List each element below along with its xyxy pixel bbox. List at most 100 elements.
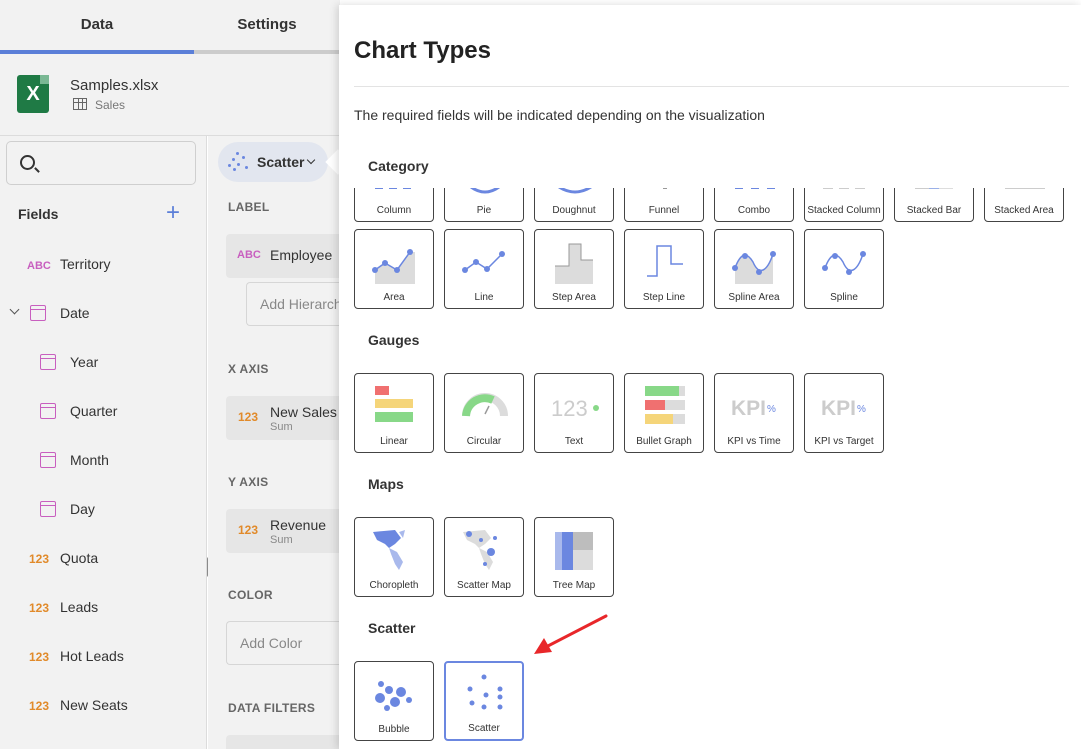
- category-row-clipped: Column Pie Doughnut Funnel Combo Stacked…: [339, 188, 1081, 228]
- calendar-icon: [40, 403, 56, 419]
- chart-type-stacked-bar[interactable]: Stacked Bar: [894, 188, 974, 222]
- x-axis-section-title: X AXIS: [228, 362, 269, 376]
- field-item[interactable]: 123 Quota: [0, 545, 207, 575]
- chart-type-pie[interactable]: Pie: [444, 188, 524, 222]
- chart-type-label: Linear: [380, 436, 408, 447]
- chart-type-funnel[interactable]: Funnel: [624, 188, 704, 222]
- number-type-icon: 123: [29, 699, 50, 713]
- gauges-group-title: Gauges: [368, 332, 420, 348]
- chevron-down-icon: [306, 155, 316, 165]
- svg-text:%: %: [857, 404, 866, 415]
- chart-type-doughnut[interactable]: Doughnut: [534, 188, 614, 222]
- popover-title: Chart Types: [354, 37, 491, 64]
- chart-type-scatter[interactable]: Scatter: [444, 661, 524, 741]
- excel-icon: X: [17, 75, 49, 113]
- chart-type-linear[interactable]: Linear: [354, 373, 434, 453]
- chart-type-kpi-vs-target[interactable]: KPI % KPI vs Target: [804, 373, 884, 453]
- chart-type-bullet-graph[interactable]: Bullet Graph: [624, 373, 704, 453]
- number-type-icon: 123: [29, 650, 50, 664]
- chart-type-label: Circular: [466, 436, 502, 447]
- y-axis-field-name: Revenue: [270, 517, 327, 533]
- chart-type-combo[interactable]: Combo: [714, 188, 794, 222]
- x-axis-field-slot[interactable]: 123 New Sales Sum: [226, 396, 340, 440]
- y-axis-section-title: Y AXIS: [228, 475, 269, 489]
- scatter-group-title: Scatter: [368, 620, 416, 636]
- field-item[interactable]: 123 New Seats: [0, 692, 207, 722]
- chart-type-scatter-map[interactable]: Scatter Map: [444, 517, 524, 597]
- field-item[interactable]: Year: [0, 349, 207, 379]
- chart-type-kpi-vs-time[interactable]: KPI % KPI vs Time: [714, 373, 794, 453]
- chart-type-spline-area[interactable]: Spline Area: [714, 229, 794, 309]
- chart-type-step-line[interactable]: Step Line: [624, 229, 704, 309]
- color-section-title: COLOR: [228, 588, 273, 602]
- chart-type-stacked-column[interactable]: Stacked Column: [804, 188, 884, 222]
- chart-type-choropleth[interactable]: Choropleth: [354, 517, 434, 597]
- x-axis-aggregation: Sum: [270, 421, 293, 433]
- chevron-down-icon[interactable]: [9, 304, 20, 315]
- chart-type-label: Doughnut: [552, 205, 596, 216]
- data-source[interactable]: X Samples.xlsx Sales: [0, 54, 340, 136]
- chart-type-stacked-area[interactable]: Stacked Area: [984, 188, 1064, 222]
- chart-type-label: Choropleth: [369, 580, 419, 591]
- field-item[interactable]: 123 Leads: [0, 594, 207, 624]
- field-item[interactable]: Day: [0, 496, 207, 526]
- label-section-title: LABEL: [228, 200, 270, 214]
- chart-type-tree-map[interactable]: Tree Map: [534, 517, 614, 597]
- source-sheet-name: Sales: [95, 98, 126, 112]
- add-hierarchy-dropzone[interactable]: Add Hierarchy: [246, 282, 340, 326]
- field-label: Year: [70, 354, 99, 370]
- category-group-title: Category: [368, 158, 429, 174]
- field-item[interactable]: Quarter: [0, 398, 207, 428]
- text-type-icon: ABC: [27, 260, 51, 272]
- field-item[interactable]: Date: [0, 300, 207, 330]
- visualization-config-clip: Scatter LABEL ABC Employee Add Hierarchy…: [208, 136, 340, 749]
- svg-text:KPI: KPI: [821, 397, 856, 420]
- editor-tabs: Data Settings: [0, 0, 340, 54]
- calendar-icon: [40, 452, 56, 468]
- field-label: Hot Leads: [60, 648, 124, 664]
- chart-type-label: KPI vs Time: [727, 436, 781, 447]
- y-axis-field-slot[interactable]: 123 Revenue Sum: [226, 509, 340, 553]
- chart-type-label: Funnel: [648, 205, 680, 216]
- calendar-icon: [40, 354, 56, 370]
- field-label: Territory: [60, 256, 111, 272]
- chart-type-label: Scatter Map: [457, 580, 511, 591]
- field-label: Quota: [60, 550, 99, 566]
- tab-data[interactable]: Data: [0, 0, 194, 54]
- data-filters-dropzone[interactable]: [226, 735, 340, 749]
- chart-type-area[interactable]: Area: [354, 229, 434, 309]
- chart-type-label: Scatter: [468, 723, 500, 734]
- add-field-button[interactable]: +: [163, 201, 183, 225]
- maps-group-title: Maps: [368, 476, 404, 492]
- add-color-dropzone[interactable]: Add Color: [226, 621, 340, 665]
- chart-type-bubble[interactable]: Bubble: [354, 661, 434, 741]
- field-label: Quarter: [70, 403, 118, 419]
- chart-type-label: Stacked Column: [807, 205, 881, 216]
- field-label: Date: [60, 305, 90, 321]
- chart-types-popover: Chart Types The required fields will be …: [339, 5, 1081, 749]
- field-label: New Seats: [60, 697, 128, 713]
- chart-type-line[interactable]: Line: [444, 229, 524, 309]
- chart-type-circular[interactable]: Circular: [444, 373, 524, 453]
- chart-type-step-area[interactable]: Step Area: [534, 229, 614, 309]
- field-item[interactable]: 123 Hot Leads: [0, 643, 207, 673]
- chart-type-text[interactable]: 123 Text: [534, 373, 614, 453]
- table-icon: [73, 98, 87, 110]
- label-field-slot[interactable]: ABC Employee: [226, 234, 340, 278]
- field-item[interactable]: Month: [0, 447, 207, 477]
- chart-type-column[interactable]: Column: [354, 188, 434, 222]
- scatter-chart-icon: [226, 152, 250, 172]
- chart-type-label: Step Line: [642, 292, 686, 303]
- chart-type-label: Pie: [476, 205, 492, 216]
- number-type-icon: 123: [238, 410, 259, 424]
- visualization-type-picker[interactable]: Scatter: [218, 142, 328, 182]
- field-item[interactable]: ABC Territory: [0, 251, 207, 281]
- fields-search-input[interactable]: [6, 141, 196, 185]
- divider: [354, 86, 1069, 87]
- popover-description: The required fields will be indicated de…: [354, 107, 765, 123]
- tab-settings[interactable]: Settings: [194, 0, 340, 54]
- chart-type-spline[interactable]: Spline: [804, 229, 884, 309]
- number-type-icon: 123: [29, 552, 50, 566]
- search-icon: [20, 155, 35, 170]
- y-axis-aggregation: Sum: [270, 534, 293, 546]
